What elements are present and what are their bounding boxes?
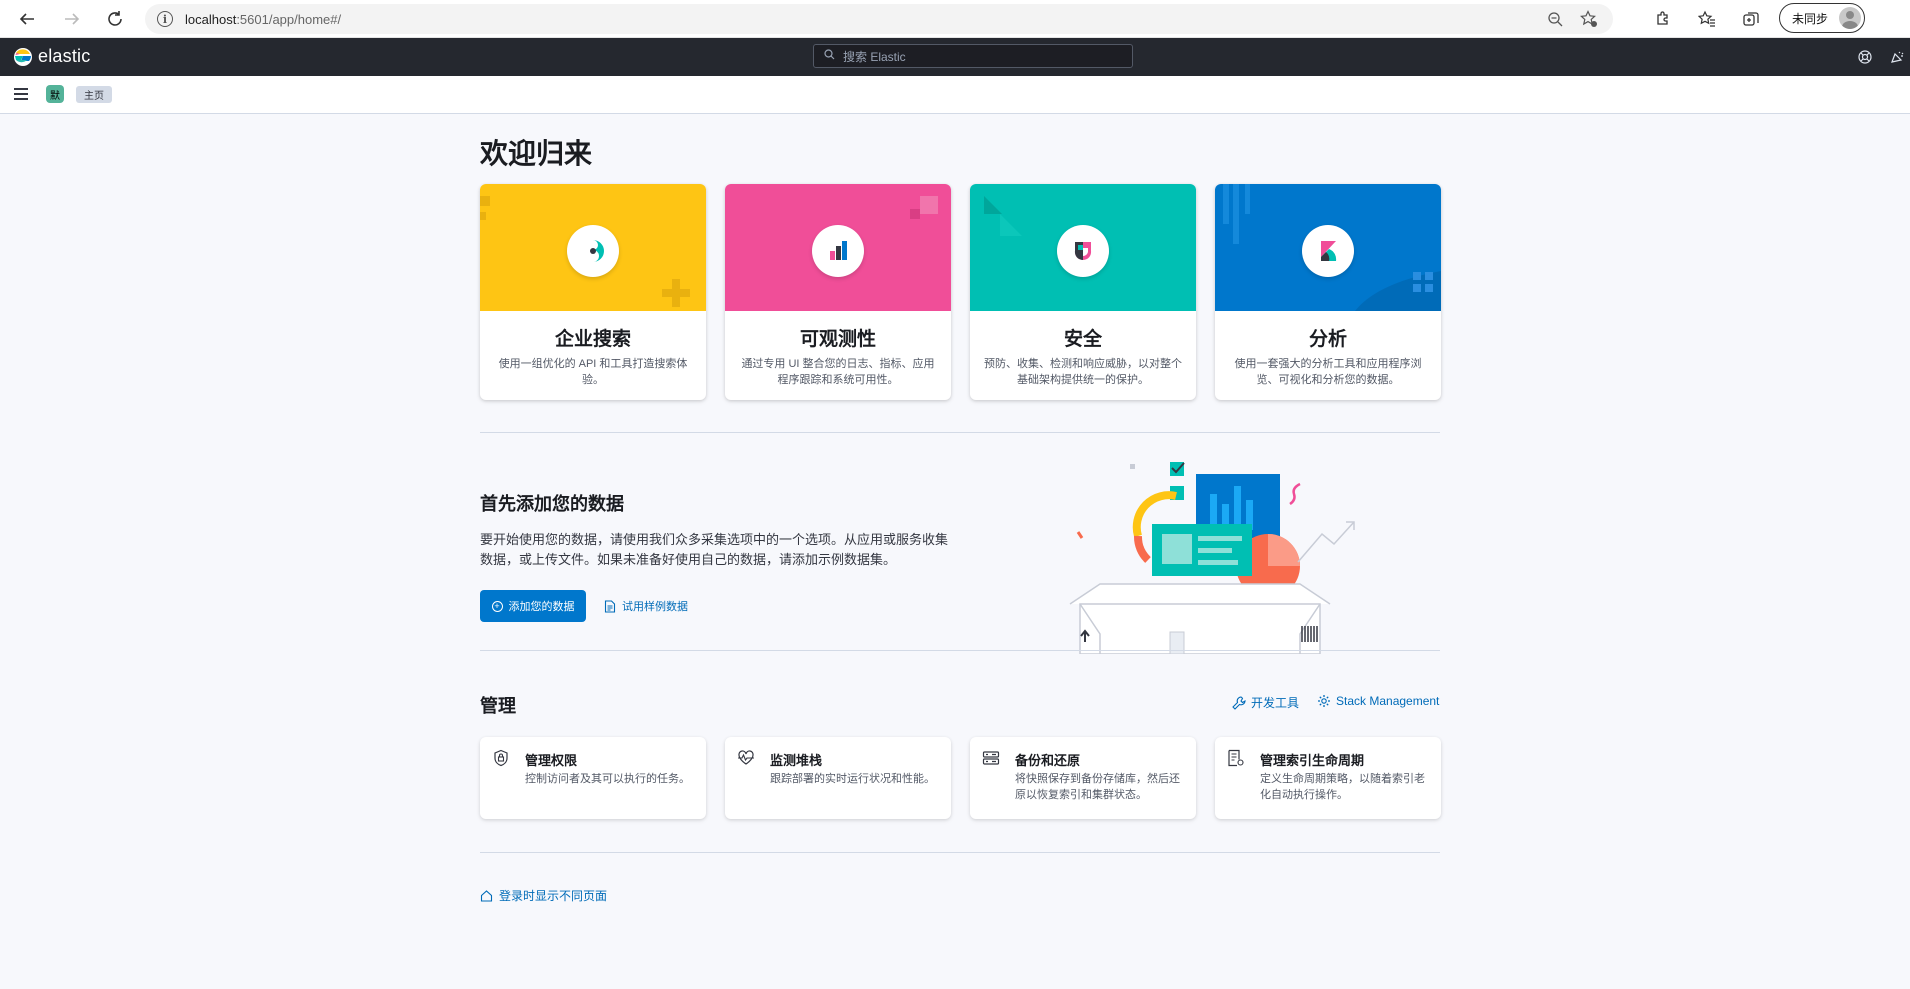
management-card-description: 控制访问者及其可以执行的任务。 <box>525 773 690 785</box>
management-card-title: 管理索引生命周期 <box>1260 753 1365 768</box>
add-data-button[interactable]: + 添加您的数据 <box>480 590 586 622</box>
collections-icon[interactable] <box>1736 4 1766 34</box>
reload-icon <box>108 11 122 26</box>
profile-avatar <box>1839 7 1861 29</box>
storage-icon <box>982 751 1000 765</box>
document-icon <box>604 599 616 613</box>
info-icon[interactable]: i <box>157 11 173 27</box>
gear-icon <box>1318 695 1330 707</box>
management-title: 管理 <box>480 696 516 716</box>
section-divider <box>480 852 1440 853</box>
brand-name[interactable]: elastic <box>38 46 90 67</box>
profile-sync-button[interactable]: 未同步 <box>1779 3 1865 33</box>
management-card-title: 管理权限 <box>525 753 578 768</box>
dev-tools-label: 开发工具 <box>1251 696 1300 710</box>
add-data-description: 要开始使用您的数据，请使用我们众多采集选项中的一个选项。从应用或服务收集数据，或… <box>480 532 949 567</box>
solutions-panel: 企业搜索 使用一组优化的 API 和工具打造搜索体验。 可观测性 通过专用 UI… <box>480 184 1441 400</box>
management-card-description: 定义生命周期策略，以随着索引老化自动执行操作。 <box>1260 773 1425 801</box>
change-home-page-link[interactable]: 登录时显示不同页面 <box>480 887 607 904</box>
index-settings-icon <box>1228 749 1244 767</box>
observability-logo-icon <box>812 225 864 277</box>
change-home-page-label: 登录时显示不同页面 <box>499 889 608 903</box>
favorites-icon[interactable] <box>1692 4 1722 34</box>
solution-card-analytics[interactable]: 分析 使用一套强大的分析工具和应用程序浏览、可视化和分析您的数据。 <box>1215 184 1441 400</box>
solution-card-enterprise-search[interactable]: 企业搜索 使用一组优化的 API 和工具打造搜索体验。 <box>480 184 706 400</box>
stack-management-link[interactable]: Stack Management <box>1317 694 1439 708</box>
page-title: 欢迎归来 <box>480 138 593 169</box>
management-card-privileges[interactable]: 管理权限 控制访问者及其可以执行的任务。 <box>480 737 706 819</box>
add-favorite-icon[interactable] <box>1579 9 1599 29</box>
try-sample-data-label: 试用样例数据 <box>622 601 688 613</box>
add-data-title: 首先添加您的数据 <box>480 494 624 514</box>
breadcrumb-home: 主页 <box>76 86 112 103</box>
management-card-snapshot[interactable]: 备份和还原 将快照保存到备份存储库，然后还原以恢复索引和集群状态。 <box>970 737 1196 819</box>
arrow-left-icon <box>19 13 34 25</box>
security-logo-icon <box>1057 225 1109 277</box>
news-feed-icon[interactable] <box>1888 48 1906 66</box>
solution-title: 分析 <box>1308 329 1347 350</box>
back-button[interactable] <box>12 4 42 34</box>
breadcrumb-bar: 默 主页 <box>0 76 1910 114</box>
solution-description: 使用一套强大的分析工具和应用程序浏览、可视化和分析您的数据。 <box>1234 358 1422 386</box>
section-divider <box>480 432 1440 433</box>
reload-button[interactable] <box>100 4 130 34</box>
browser-toolbar: i localhost:5601/app/home#/ 未同步 <box>0 0 1910 38</box>
zoom-out-icon[interactable] <box>1545 9 1565 29</box>
search-placeholder: 搜索 Elastic <box>843 49 906 64</box>
url-text: localhost:5601/app/home#/ <box>185 11 342 27</box>
kibana-logo-icon <box>1302 225 1354 277</box>
solution-banner <box>1215 184 1441 311</box>
solution-banner <box>480 184 706 311</box>
space-avatar[interactable]: 默 <box>46 85 64 103</box>
dev-tools-link[interactable]: 开发工具 <box>1232 694 1299 711</box>
shield-lock-icon <box>494 749 508 767</box>
try-sample-data-link[interactable]: 试用样例数据 <box>604 590 688 622</box>
sync-label: 未同步 <box>1792 11 1829 26</box>
stack-management-label: Stack Management <box>1336 694 1440 708</box>
solution-banner <box>725 184 951 311</box>
solution-title: 可观测性 <box>799 329 876 350</box>
forward-button[interactable] <box>57 4 87 34</box>
section-divider <box>480 650 1440 651</box>
management-card-description: 将快照保存到备份存储库，然后还原以恢复索引和集群状态。 <box>1015 773 1180 801</box>
add-data-button-label: 添加您的数据 <box>508 601 575 613</box>
management-card-ilm[interactable]: 管理索引生命周期 定义生命周期策略，以随着索引老化自动执行操作。 <box>1215 737 1441 819</box>
solution-title: 安全 <box>1063 329 1102 350</box>
solution-card-security[interactable]: 安全 预防、收集、检测和响应威胁，以对整个基础架构提供统一的保护。 <box>970 184 1196 400</box>
management-card-monitoring[interactable]: 监测堆栈 跟踪部署的实时运行状况和性能。 <box>725 737 951 819</box>
extensions-icon[interactable] <box>1648 4 1678 34</box>
address-bar[interactable]: i localhost:5601/app/home#/ <box>145 4 1613 34</box>
solution-title: 企业搜索 <box>554 329 631 350</box>
elastic-logo-icon[interactable] <box>13 47 33 67</box>
plus-circle-icon: + <box>491 600 503 612</box>
kibana-header: elastic 搜索 Elastic <box>0 38 1910 76</box>
home-icon <box>480 890 493 902</box>
solution-description: 通过专用 UI 整合您的日志、指标、应用程序跟踪和系统可用性。 <box>741 358 935 386</box>
search-icon <box>824 49 835 63</box>
management-card-title: 监测堆栈 <box>770 753 823 768</box>
solution-description: 使用一组优化的 API 和工具打造搜索体验。 <box>498 358 688 386</box>
solution-card-observability[interactable]: 可观测性 通过专用 UI 整合您的日志、指标、应用程序跟踪和系统可用性。 <box>725 184 951 400</box>
enterprise-search-logo-icon <box>567 225 619 277</box>
arrow-right-icon <box>65 13 80 25</box>
add-data-illustration <box>1069 462 1355 654</box>
heart-monitor-icon <box>738 750 754 765</box>
help-icon[interactable] <box>1856 48 1874 66</box>
solution-description: 预防、收集、检测和响应威胁，以对整个基础架构提供统一的保护。 <box>984 358 1182 386</box>
wrench-icon <box>1232 695 1246 710</box>
menu-icon[interactable] <box>14 87 30 101</box>
management-card-description: 跟踪部署的实时运行状况和性能。 <box>770 773 935 785</box>
solution-banner <box>970 184 1196 311</box>
management-card-title: 备份和还原 <box>1015 753 1081 768</box>
global-search-input[interactable]: 搜索 Elastic <box>813 44 1133 68</box>
